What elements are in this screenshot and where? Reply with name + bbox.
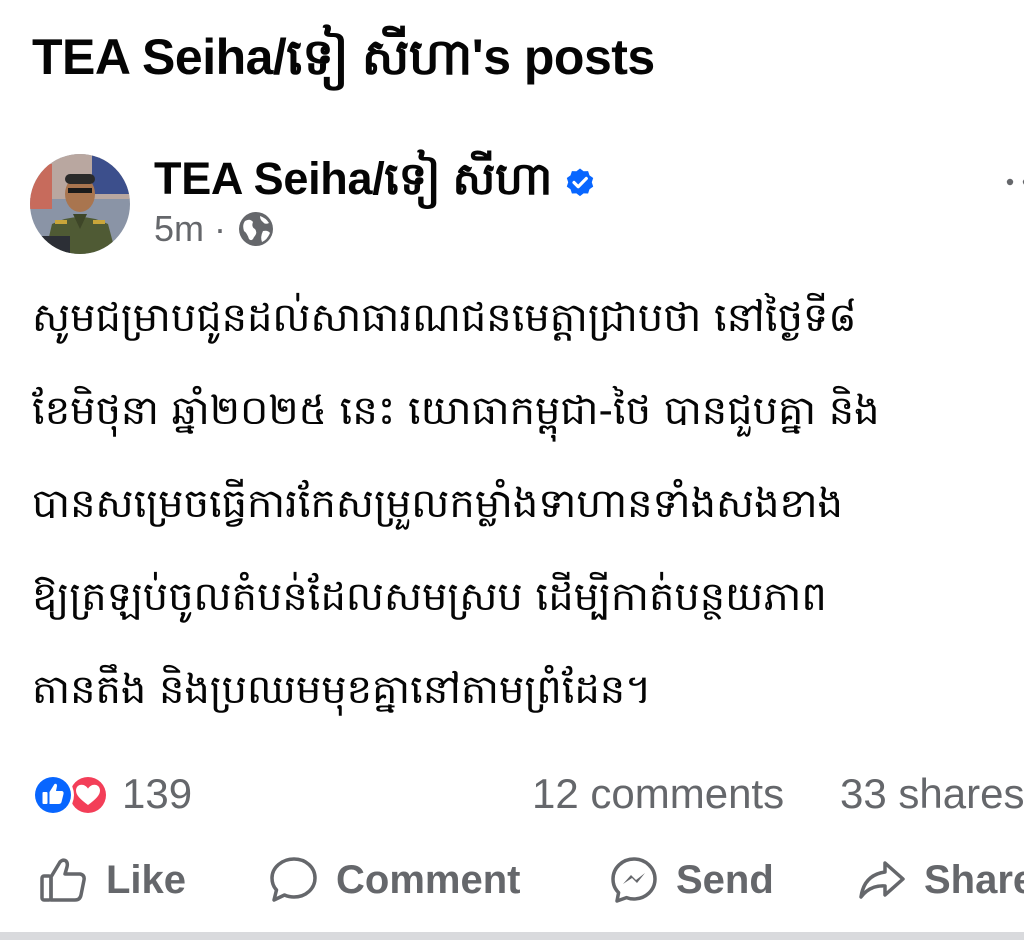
like-icon	[40, 858, 86, 902]
post-text-line: តានតឹង និងប្រឈមមុខគ្នានៅតាមព្រំដែន។	[32, 667, 652, 713]
verified-badge-icon	[566, 168, 594, 197]
post-text: សូមជម្រាបជូនដល់សាធារណជនមេត្តាជ្រាបថា នៅថ…	[32, 272, 1024, 737]
comment-icon	[270, 857, 317, 902]
post-meta: 5m ·	[154, 208, 276, 250]
more-options-icon[interactable]	[1000, 170, 1024, 194]
author-avatar[interactable]	[30, 154, 130, 254]
like-label: Like	[106, 857, 187, 902]
comment-label: Comment	[336, 857, 521, 902]
author-name[interactable]: TEA Seiha/ទៀ សីហា	[154, 150, 552, 216]
post-text-line: បានសម្រេចធ្វើការកែសម្រួលកម្លាំងទាហានទាំង…	[32, 481, 843, 527]
post-actions: Like Comment Send Share	[0, 855, 1024, 919]
share-label: Share	[924, 857, 1024, 902]
bottom-divider	[0, 932, 1024, 940]
post-time[interactable]: 5m	[154, 208, 204, 250]
reaction-icons[interactable]	[30, 772, 112, 818]
like-reaction-icon	[32, 774, 74, 816]
post-stats: 139 12 comments 33 shares	[30, 768, 1024, 824]
messenger-icon	[611, 857, 657, 903]
meta-separator: ·	[214, 208, 227, 249]
globe-icon[interactable]	[236, 209, 276, 249]
reactions-count[interactable]: 139	[122, 770, 192, 818]
comment-button[interactable]: Comment	[268, 855, 520, 905]
share-button[interactable]: Share	[856, 855, 1024, 905]
like-button[interactable]: Like	[38, 855, 186, 905]
page-title: TEA Seiha/ទៀ សីហា's posts	[32, 29, 655, 85]
comments-count[interactable]: 12 comments	[532, 770, 784, 818]
post-text-line: សូមជម្រាបជូនដល់សាធារណជនមេត្តាជ្រាបថា នៅថ…	[32, 295, 857, 341]
shares-count[interactable]: 33 shares	[840, 770, 1024, 818]
send-label: Send	[676, 857, 774, 902]
post-text-line: ខែមិថុនា ឆ្នាំ២០២៥ នេះ យោធាកម្ពុជា-ថៃ បា…	[32, 388, 880, 434]
post-text-line: ឱ្យត្រឡប់ចូលតំបន់ដែលសមស្រប ដើម្បីកាត់បន្…	[32, 574, 827, 620]
post-header: TEA Seiha/ទៀ សីហា	[154, 150, 596, 216]
share-icon	[859, 861, 905, 899]
send-button[interactable]: Send	[608, 855, 774, 905]
